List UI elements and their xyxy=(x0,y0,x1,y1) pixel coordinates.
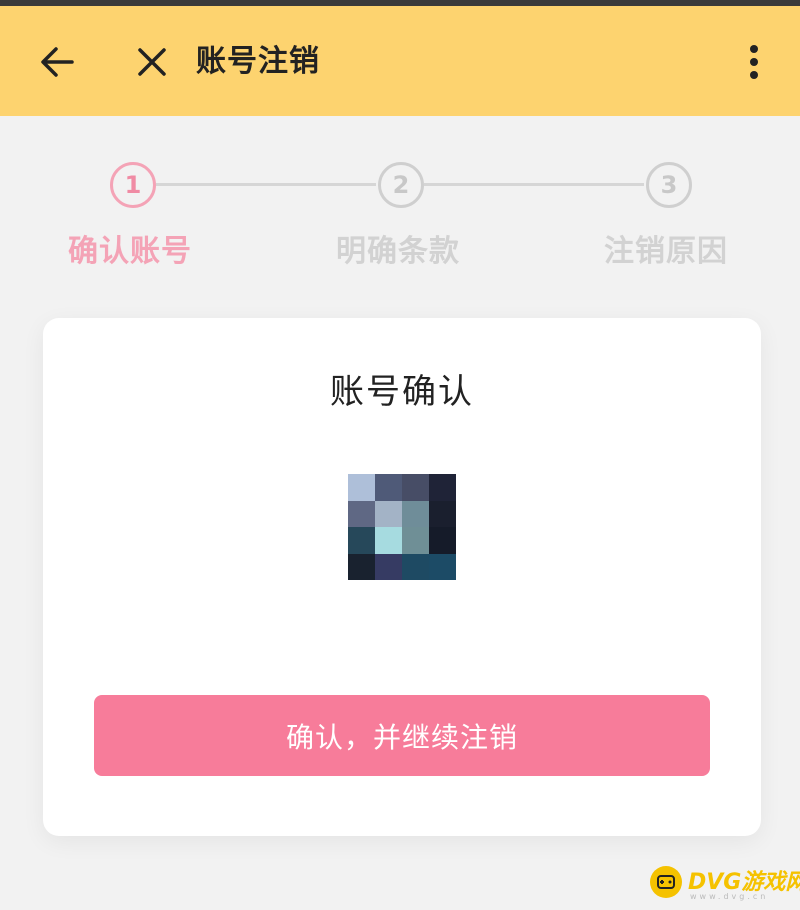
step-2-circle: 2 xyxy=(378,162,424,208)
step-1-label: 确认账号 xyxy=(68,234,192,269)
watermark-url: www.dvg.cn xyxy=(690,892,769,901)
arrow-left-icon[interactable] xyxy=(36,40,80,84)
step-connector xyxy=(424,183,644,186)
watermark: DVG游戏网 www.dvg.cn xyxy=(650,858,800,906)
close-icon[interactable] xyxy=(130,40,174,84)
avatar xyxy=(348,474,456,580)
account-confirm-card: 账号确认 确认，并继续注销 xyxy=(43,318,761,836)
confirm-continue-button[interactable]: 确认，并继续注销 xyxy=(94,695,710,776)
step-1-circle: 1 xyxy=(110,162,156,208)
more-vertical-icon[interactable] xyxy=(736,40,772,84)
app-bar: 账号注销 xyxy=(0,6,800,116)
step-3-label: 注销原因 xyxy=(604,234,728,269)
step-indicator: 1 2 3 确认账号 明确条款 注销原因 xyxy=(0,150,800,280)
page-title: 账号注销 xyxy=(196,44,320,79)
step-2-label: 明确条款 xyxy=(336,234,460,269)
gamepad-logo-icon xyxy=(650,866,682,898)
step-3-circle: 3 xyxy=(646,162,692,208)
card-title: 账号确认 xyxy=(330,372,474,412)
step-connector xyxy=(156,183,376,186)
